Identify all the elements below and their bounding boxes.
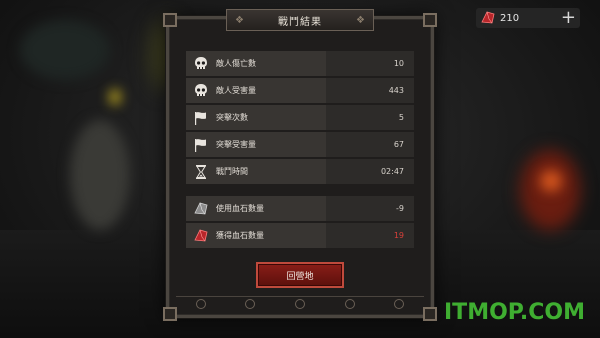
ornament-ring bbox=[245, 299, 256, 309]
stat-label: 戰鬥時間 bbox=[216, 167, 248, 176]
background-character bbox=[70, 120, 130, 230]
ornament-icon: ❖ bbox=[356, 15, 365, 26]
bloodstone-icon bbox=[481, 11, 495, 24]
frame-corner bbox=[163, 307, 177, 321]
stat-value: 67 bbox=[393, 140, 404, 149]
return-to-camp-button[interactable]: 回營地 bbox=[256, 262, 344, 288]
hourglass-icon bbox=[192, 163, 210, 181]
title-plate: ❖ 戰鬥結果 ❖ bbox=[226, 9, 374, 31]
bloodstone-value: 19 bbox=[393, 231, 404, 240]
background-shape bbox=[20, 20, 110, 80]
ornament-ring bbox=[294, 299, 305, 309]
bloodstone-label: 獲得血石數量 bbox=[216, 231, 264, 240]
currency-amount: 210 bbox=[500, 12, 520, 24]
bloodstone-row: 使用血石數量 -9 bbox=[186, 196, 414, 221]
ornament-ring bbox=[394, 299, 405, 309]
stat-label: 突擊受害量 bbox=[216, 140, 256, 149]
stat-row: 敵人傷亡數 10 bbox=[186, 51, 414, 76]
bloodstone-row: 獲得血石數量 19 bbox=[186, 223, 414, 248]
stat-value: 02:47 bbox=[380, 167, 404, 176]
stat-row: 敵人受害量 443 bbox=[186, 78, 414, 103]
stat-row: 突擊次數 5 bbox=[186, 105, 414, 130]
site-watermark: ITMOP.COM bbox=[444, 300, 585, 325]
stat-label: 突擊次數 bbox=[216, 113, 248, 122]
stat-value: 5 bbox=[398, 113, 404, 122]
background-fire-core bbox=[540, 170, 562, 192]
bottom-ornament bbox=[176, 296, 424, 311]
stat-value: 443 bbox=[388, 86, 404, 95]
ornament-icon: ❖ bbox=[235, 15, 244, 26]
white-flag-icon bbox=[192, 136, 210, 154]
frame-corner bbox=[423, 13, 437, 27]
skull-icon bbox=[192, 55, 210, 73]
frame-corner bbox=[163, 13, 177, 27]
frame-corner bbox=[423, 307, 437, 321]
bloodstone-label: 使用血石數量 bbox=[216, 204, 264, 213]
bloodstone-currency: 210 + bbox=[476, 8, 580, 28]
red-bloodstone-icon bbox=[192, 227, 210, 245]
stat-row: 戰鬥時間 02:47 bbox=[186, 159, 414, 184]
ornament-ring bbox=[195, 299, 206, 309]
stat-value: 10 bbox=[393, 59, 404, 68]
add-currency-button[interactable]: + bbox=[561, 9, 576, 27]
white-flag-icon bbox=[192, 109, 210, 127]
skull-icon bbox=[192, 82, 210, 100]
panel-title: 戰鬥結果 bbox=[278, 16, 322, 28]
stat-label: 敵人傷亡數 bbox=[216, 59, 256, 68]
stat-label: 敵人受害量 bbox=[216, 86, 256, 95]
grey-bloodstone-icon bbox=[192, 200, 210, 218]
bloodstone-value: -9 bbox=[396, 204, 404, 213]
stat-row: 突擊受害量 67 bbox=[186, 132, 414, 157]
ornament-ring bbox=[344, 299, 355, 309]
stats-list: 敵人傷亡數 10 敵人受害量 443 突擊次數 5 突擊受害量 67 戰鬥時間 … bbox=[186, 48, 414, 253]
background-lamp bbox=[110, 90, 120, 104]
